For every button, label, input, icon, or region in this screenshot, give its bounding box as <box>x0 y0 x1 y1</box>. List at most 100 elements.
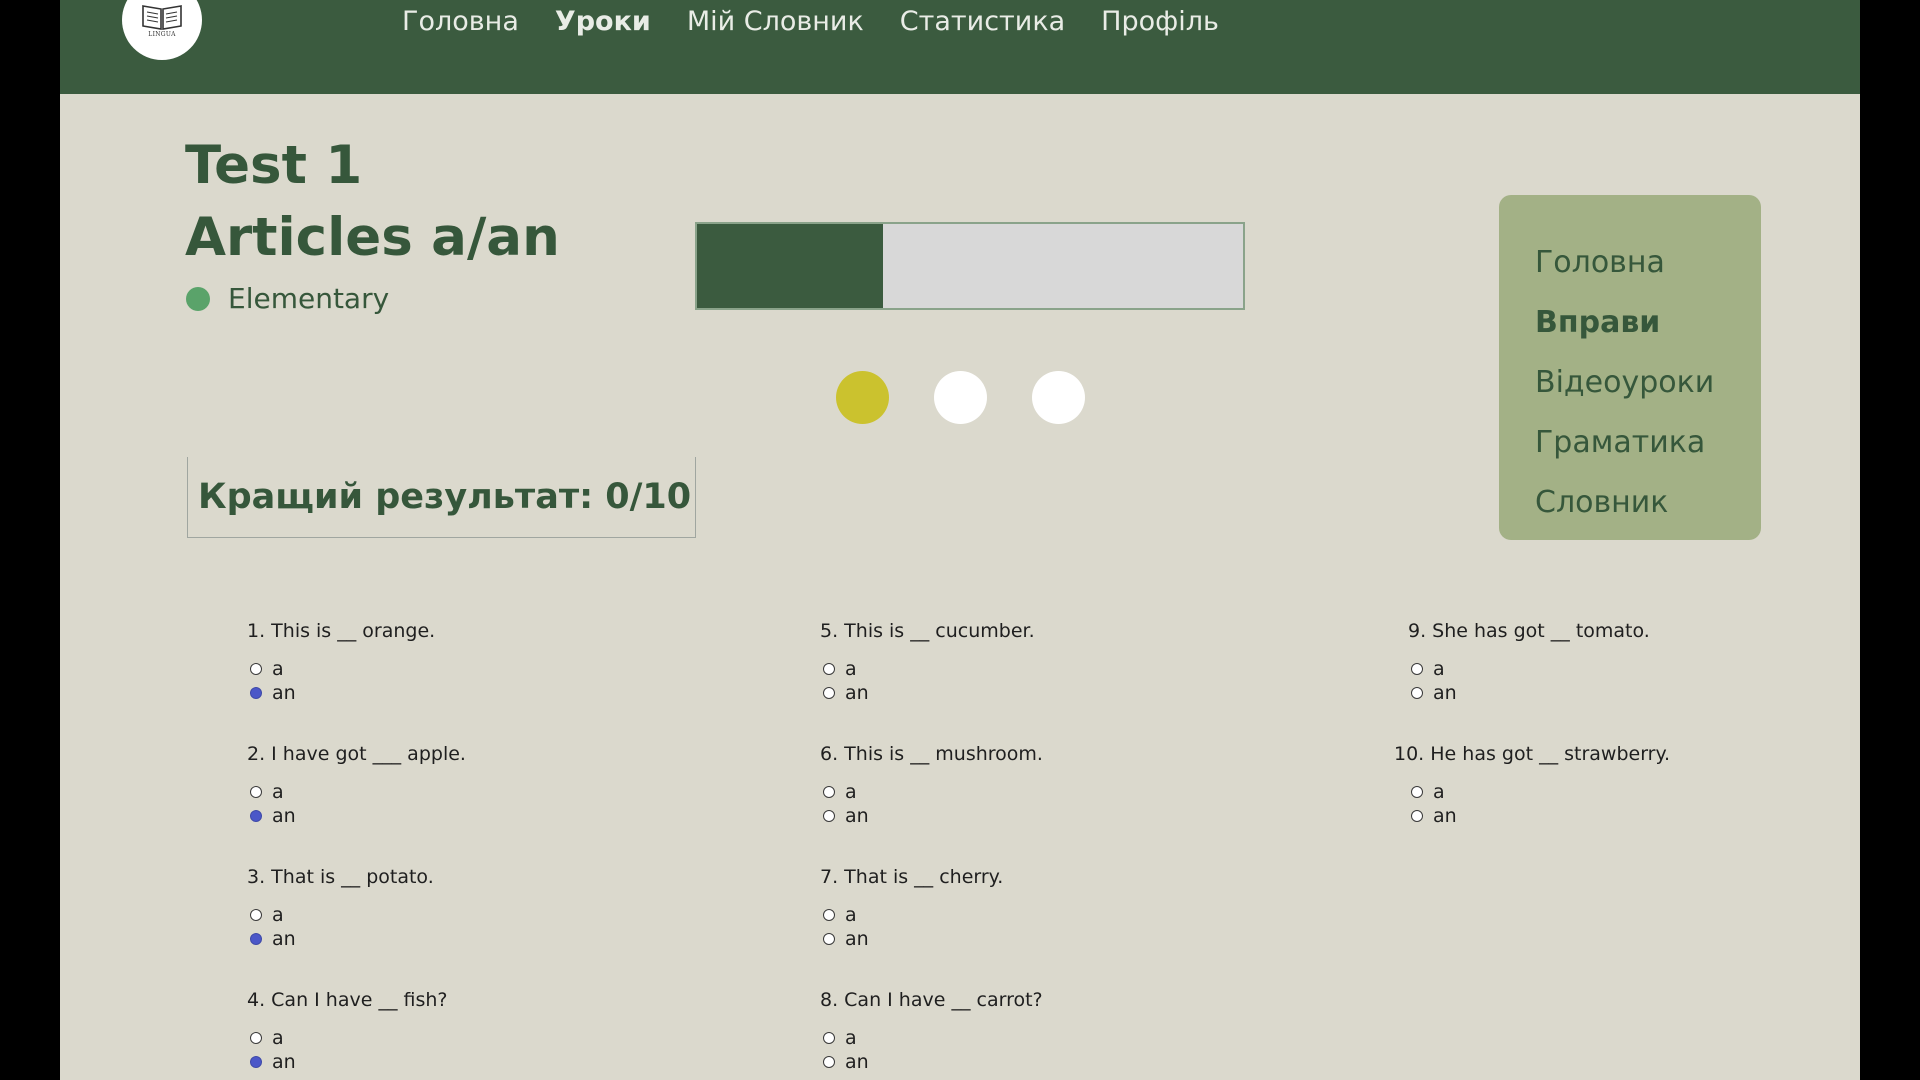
answer-option[interactable]: an <box>250 804 466 828</box>
radio-button[interactable] <box>1411 810 1423 822</box>
answer-option[interactable]: a <box>823 903 1003 927</box>
radio-button[interactable] <box>823 786 835 798</box>
answer-option[interactable]: a <box>823 657 1035 681</box>
radio-button[interactable] <box>1411 687 1423 699</box>
logo-text: LINGUA <box>148 31 176 38</box>
title-test-number: Test 1 <box>185 135 363 196</box>
option-label: an <box>272 682 296 704</box>
option-label: an <box>845 1051 869 1073</box>
best-result-box: Кращий результат: 0/10 <box>187 457 696 538</box>
option-label: a <box>272 904 284 926</box>
answer-option[interactable]: an <box>250 681 435 705</box>
option-label: an <box>845 928 869 950</box>
question-text: 6. This is __ mushroom. <box>820 743 1043 765</box>
step-indicator <box>836 371 1085 424</box>
radio-button[interactable] <box>250 1032 262 1044</box>
answer-option[interactable]: a <box>1411 657 1650 681</box>
answer-options: a an <box>250 780 466 828</box>
radio-button[interactable] <box>823 1032 835 1044</box>
answer-option[interactable]: an <box>1411 804 1670 828</box>
option-label: a <box>1433 781 1445 803</box>
question-text: 9. She has got __ tomato. <box>1408 620 1650 642</box>
radio-button[interactable] <box>823 1056 835 1068</box>
answer-option[interactable]: a <box>250 903 434 927</box>
progress-bar <box>695 222 1245 310</box>
question-item: 8. Can I have __ carrot? a an <box>820 988 1043 1074</box>
answer-option[interactable]: a <box>250 780 466 804</box>
option-label: an <box>272 928 296 950</box>
answer-option[interactable]: an <box>250 1050 448 1074</box>
answer-options: a an <box>823 1026 1043 1074</box>
nav-link-profile[interactable]: Профіль <box>1101 6 1219 37</box>
radio-button[interactable] <box>823 663 835 675</box>
question-text: 5. This is __ cucumber. <box>820 620 1035 642</box>
radio-button[interactable] <box>250 687 262 699</box>
option-label: a <box>272 781 284 803</box>
side-item-exercises[interactable]: Вправи <box>1535 293 1761 353</box>
answer-option[interactable]: an <box>823 1050 1043 1074</box>
question-item: 7. That is __ cherry. a an <box>820 865 1003 951</box>
level-dot-icon <box>186 286 210 311</box>
radio-button[interactable] <box>823 909 835 921</box>
question-item: 10. He has got __ strawberry. a an <box>1394 742 1670 828</box>
answer-option[interactable]: an <box>250 927 434 951</box>
answer-option[interactable]: an <box>823 681 1035 705</box>
side-menu: Головна Вправи Відеоуроки Граматика Слов… <box>1499 195 1761 540</box>
question-text: 8. Can I have __ carrot? <box>820 989 1043 1011</box>
radio-button[interactable] <box>823 933 835 945</box>
nav-link-statistics[interactable]: Статистика <box>900 6 1065 37</box>
radio-button[interactable] <box>250 810 262 822</box>
answer-options: a an <box>250 657 435 705</box>
radio-button[interactable] <box>1411 786 1423 798</box>
answer-option[interactable]: a <box>250 1026 448 1050</box>
nav-link-lessons[interactable]: Уроки <box>555 6 651 37</box>
radio-button[interactable] <box>250 663 262 675</box>
answer-option[interactable]: a <box>823 1026 1043 1050</box>
main-nav: Головна Уроки Мій Словник Статистика Про… <box>402 6 1219 37</box>
logo[interactable]: LINGUA <box>122 0 202 60</box>
level-label: Elementary <box>228 282 390 315</box>
side-item-home[interactable]: Головна <box>1535 233 1761 293</box>
nav-link-my-dictionary[interactable]: Мій Словник <box>687 6 864 37</box>
step-dot[interactable] <box>836 371 889 424</box>
side-item-dictionary[interactable]: Словник <box>1535 473 1761 533</box>
step-dot[interactable] <box>934 371 987 424</box>
option-label: a <box>272 658 284 680</box>
title-topic: Articles a/an <box>185 207 560 268</box>
answer-option[interactable]: an <box>1411 681 1650 705</box>
option-label: an <box>272 805 296 827</box>
radio-button[interactable] <box>250 1056 262 1068</box>
answer-options: a an <box>1411 657 1650 705</box>
question-item: 2. I have got ___ apple. a an <box>247 742 466 828</box>
book-icon <box>142 5 182 30</box>
option-label: an <box>272 1051 296 1073</box>
question-text: 3. That is __ potato. <box>247 866 434 888</box>
radio-button[interactable] <box>1411 663 1423 675</box>
side-item-video-lessons[interactable]: Відеоуроки <box>1535 353 1761 413</box>
question-text: 4. Can I have __ fish? <box>247 989 448 1011</box>
answer-option[interactable]: a <box>250 657 435 681</box>
answer-option[interactable]: an <box>823 804 1043 828</box>
level-indicator: Elementary <box>186 282 389 315</box>
answer-option[interactable]: a <box>1411 780 1670 804</box>
answer-option[interactable]: an <box>823 927 1003 951</box>
answer-options: a an <box>823 780 1043 828</box>
option-label: a <box>1433 658 1445 680</box>
best-result-border <box>187 457 188 538</box>
answer-option[interactable]: a <box>823 780 1043 804</box>
question-text: 7. That is __ cherry. <box>820 866 1004 888</box>
side-item-grammar[interactable]: Граматика <box>1535 413 1761 473</box>
option-label: an <box>1433 682 1457 704</box>
nav-link-home[interactable]: Головна <box>402 6 519 37</box>
radio-button[interactable] <box>823 687 835 699</box>
step-dot[interactable] <box>1032 371 1085 424</box>
radio-button[interactable] <box>250 786 262 798</box>
question-item: 4. Can I have __ fish? a an <box>247 988 448 1074</box>
radio-button[interactable] <box>250 909 262 921</box>
radio-button[interactable] <box>823 810 835 822</box>
option-label: an <box>1433 805 1457 827</box>
option-label: an <box>845 805 869 827</box>
question-item: 3. That is __ potato. a an <box>247 865 434 951</box>
question-item: 9. She has got __ tomato. a an <box>1408 619 1650 705</box>
radio-button[interactable] <box>250 933 262 945</box>
